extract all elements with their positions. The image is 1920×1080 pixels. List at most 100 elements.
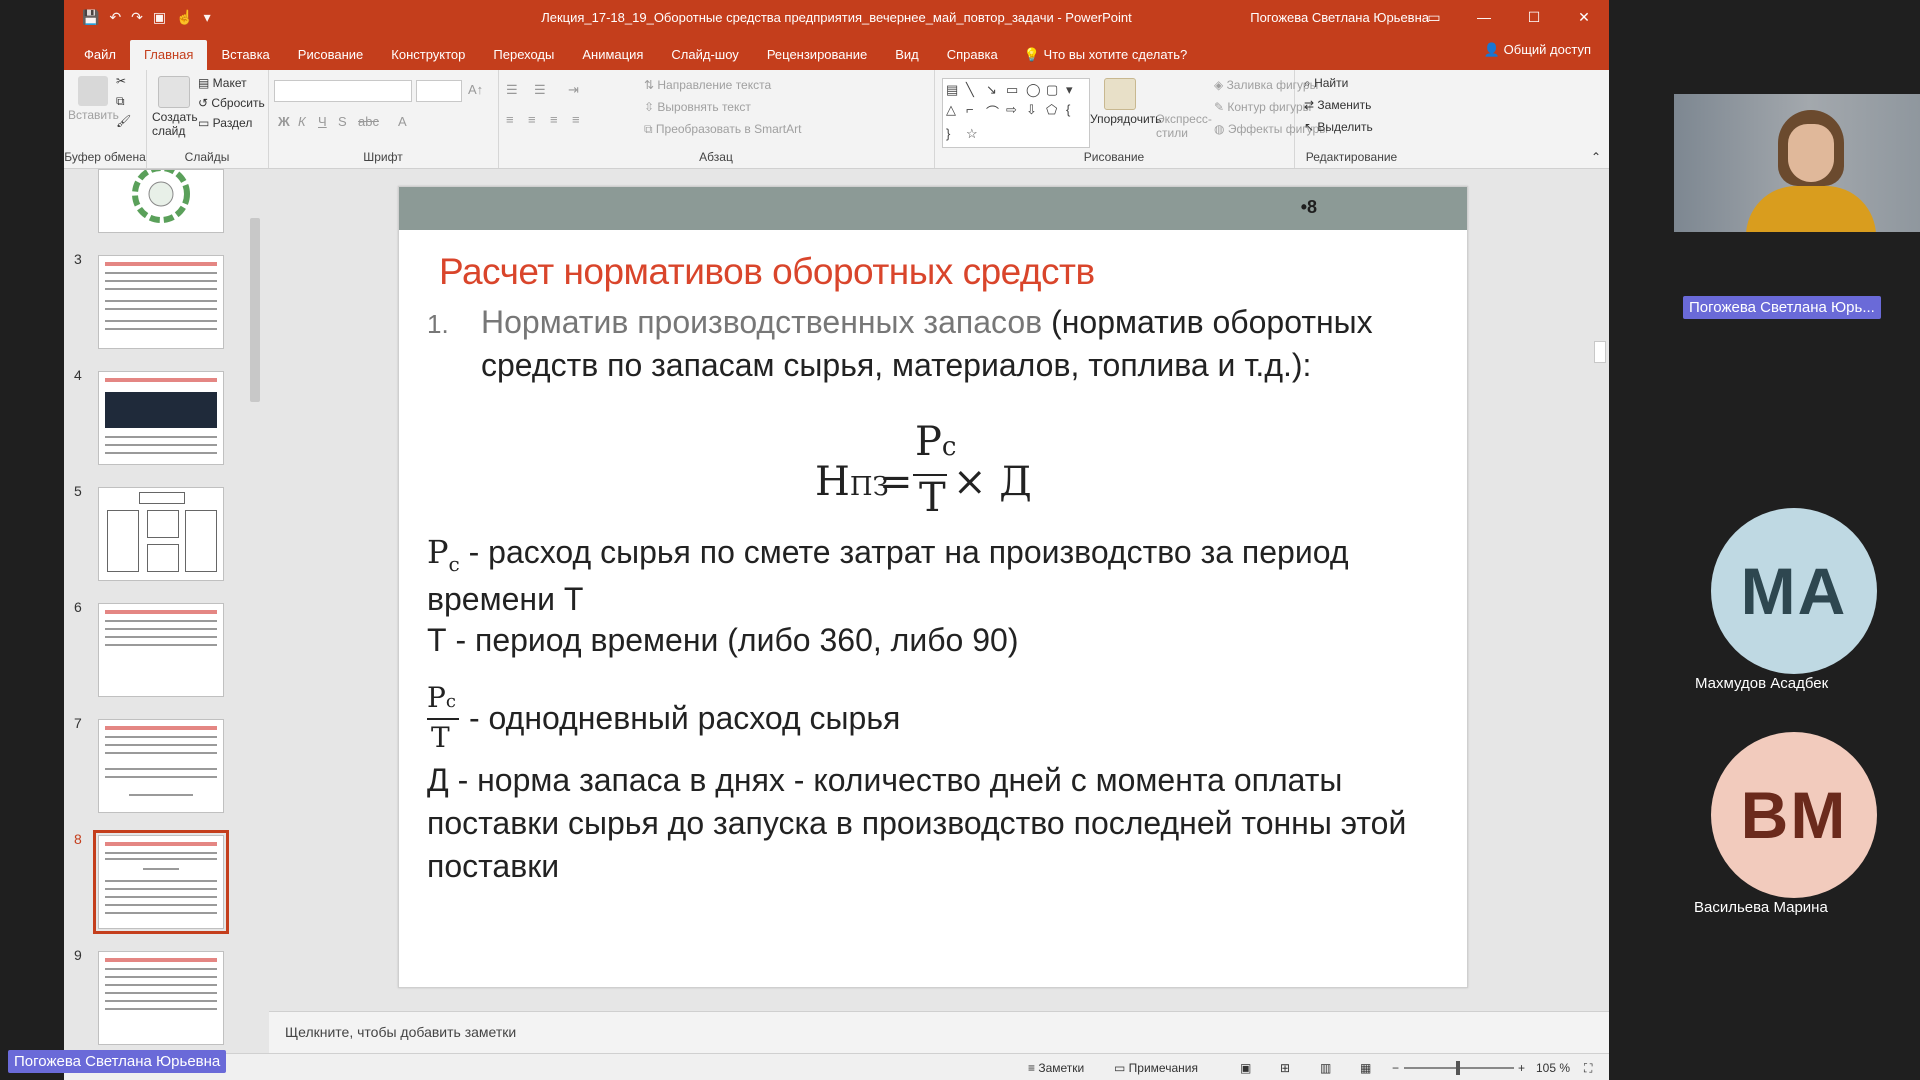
more-shapes-icon[interactable]: ▾ — [1066, 82, 1084, 100]
down-arrow-shape-icon[interactable]: ⇩ — [1026, 102, 1044, 123]
definition-d[interactable]: Д - норма запаса в днях - количество дне… — [427, 759, 1427, 888]
textbox-shape-icon[interactable]: ▤ — [946, 82, 964, 100]
align-right-icon[interactable]: ≡ — [550, 112, 558, 127]
notes-pane[interactable]: Щелкните, чтобы добавить заметки — [269, 1011, 1609, 1054]
account-name[interactable]: Погожева Светлана Юрьевна — [1250, 10, 1429, 25]
zoom-in-icon[interactable]: + — [1518, 1061, 1525, 1075]
undo-icon[interactable]: ↶ — [109, 9, 121, 26]
reset-button[interactable]: ↺ Сбросить — [198, 96, 265, 110]
participant-avatar[interactable]: МА — [1711, 508, 1877, 674]
definition-pc[interactable]: Рс - расход сырья по смете затрат на про… — [427, 531, 1427, 621]
slide-thumbnail[interactable] — [98, 169, 224, 233]
tab-animations[interactable]: Анимация — [568, 40, 657, 70]
slide-thumbnail[interactable] — [98, 255, 224, 349]
collapse-ribbon-icon[interactable]: ⌃ — [1591, 150, 1601, 164]
thumbnails-scroll-thumb[interactable] — [250, 218, 260, 402]
slide-sorter-icon[interactable]: ⊞ — [1280, 1061, 1290, 1075]
slideshow-icon[interactable]: ▣ — [153, 9, 166, 26]
participant-avatar[interactable]: ВМ — [1711, 732, 1877, 898]
bullets-icon[interactable]: ☰ — [506, 82, 518, 98]
brace-shape-icon[interactable]: { — [1066, 102, 1084, 123]
elbow-connector-shape-icon[interactable]: ⌐ — [966, 102, 984, 123]
slide-thumbnail[interactable] — [98, 603, 224, 697]
slide-scroll-thumb[interactable] — [1594, 341, 1606, 363]
rectangle-shape-icon[interactable]: ▭ — [1006, 82, 1024, 100]
slideshow-view-icon[interactable]: ▦ — [1360, 1061, 1371, 1075]
shapes-gallery[interactable]: ▤ ╲ ↘ ▭ ◯ ▢ ▾ △ ⌐ ⌒ ⇨ ⇩ ⬠ { } ☆ — [942, 78, 1090, 148]
tab-transitions[interactable]: Переходы — [479, 40, 568, 70]
slide-scrollbar[interactable] — [1591, 171, 1607, 1007]
indent-icon[interactable]: ⇥ — [568, 82, 579, 98]
strikethrough-icon[interactable]: abc — [358, 114, 379, 129]
save-icon[interactable]: 💾 — [82, 9, 99, 26]
maximize-icon[interactable]: ☐ — [1509, 0, 1559, 34]
share-button[interactable]: 👤 Общий доступ — [1484, 42, 1591, 58]
italic-icon[interactable]: К — [298, 114, 306, 129]
text-direction-button[interactable]: ⇅ Направление текста — [644, 78, 771, 92]
find-button[interactable]: ⌕ Найти — [1304, 76, 1348, 91]
select-button[interactable]: ↖ Выделить — [1304, 120, 1373, 134]
numbering-icon[interactable]: ☰ — [534, 82, 546, 98]
shadow-icon[interactable]: S — [338, 114, 347, 129]
bracket-shape-icon[interactable]: } — [946, 126, 964, 144]
tab-view[interactable]: Вид — [881, 40, 933, 70]
slide-thumbnail[interactable] — [98, 371, 224, 465]
presenter-video[interactable] — [1674, 94, 1920, 232]
arrange-icon[interactable] — [1104, 78, 1136, 110]
slide-thumbnail[interactable] — [98, 951, 224, 1045]
replace-button[interactable]: ⇄ Заменить — [1304, 98, 1371, 112]
touch-mode-icon[interactable]: ☝ — [176, 9, 193, 26]
layout-button[interactable]: ▤ Макет — [198, 76, 247, 90]
slide-thumbnail-selected[interactable] — [93, 830, 229, 934]
zoom-level[interactable]: 105 % — [1536, 1061, 1570, 1075]
fit-slide-icon[interactable]: ⛶ — [1584, 1061, 1592, 1076]
redo-icon[interactable]: ↷ — [131, 9, 143, 26]
rounded-rect-shape-icon[interactable]: ▢ — [1046, 82, 1064, 100]
align-center-icon[interactable]: ≡ — [528, 112, 536, 127]
paste-button[interactable]: Вставить — [68, 108, 119, 122]
arrow-line-shape-icon[interactable]: ↘ — [986, 82, 1004, 100]
customize-qat-icon[interactable]: ▾ — [204, 9, 211, 26]
slide-thumbnail[interactable] — [98, 719, 224, 813]
right-arrow-shape-icon[interactable]: ⇨ — [1006, 102, 1024, 123]
cut-icon[interactable]: ✂ — [116, 74, 126, 88]
tab-design[interactable]: Конструктор — [377, 40, 479, 70]
smartart-button[interactable]: ⧉ Преобразовать в SmartArt — [644, 122, 801, 137]
align-text-button[interactable]: ⇳ Выровнять текст — [644, 100, 751, 114]
definition-daily[interactable]: - однодневный расход сырья — [469, 697, 1369, 740]
tab-file[interactable]: Файл — [70, 40, 130, 70]
ribbon-display-icon[interactable]: ▭ — [1409, 0, 1459, 34]
underline-icon[interactable]: Ч — [318, 114, 327, 129]
bold-icon[interactable]: Ж — [278, 114, 290, 129]
zoom-out-icon[interactable]: − — [1392, 1061, 1399, 1075]
format-painter-icon[interactable]: 🖌 — [116, 114, 131, 128]
oval-shape-icon[interactable]: ◯ — [1026, 82, 1044, 100]
notes-toggle-button[interactable]: ≡ Заметки — [1028, 1061, 1084, 1075]
definition-t[interactable]: Т - период времени (либо 360, либо 90) — [427, 619, 1427, 662]
minimize-icon[interactable]: — — [1459, 0, 1509, 34]
section-button[interactable]: ▭ Раздел — [198, 116, 252, 130]
font-size-input[interactable] — [416, 80, 462, 102]
comments-button[interactable]: ▭ Примечания — [1114, 1061, 1198, 1075]
tab-draw[interactable]: Рисование — [284, 40, 377, 70]
pentagon-shape-icon[interactable]: ⬠ — [1046, 102, 1064, 123]
copy-icon[interactable]: ⧉ — [116, 94, 125, 109]
slide-thumbnail[interactable] — [98, 487, 224, 581]
justify-icon[interactable]: ≡ — [572, 112, 580, 127]
paste-icon[interactable] — [78, 76, 108, 106]
tab-review[interactable]: Рецензирование — [753, 40, 881, 70]
normal-view-icon[interactable]: ▣ — [1240, 1061, 1251, 1075]
tab-home[interactable]: Главная — [129, 40, 208, 70]
align-left-icon[interactable]: ≡ — [506, 112, 514, 127]
slide-canvas[interactable]: •8 Расчет нормативов оборотных средств 1… — [398, 186, 1468, 988]
tab-slideshow[interactable]: Слайд-шоу — [657, 40, 752, 70]
tab-help[interactable]: Справка — [933, 40, 1012, 70]
curve-shape-icon[interactable]: ⌒ — [986, 102, 1004, 123]
arrange-button[interactable]: Упорядочить — [1090, 112, 1161, 126]
paragraph-norm-definition[interactable]: Норматив производственных запасов (норма… — [481, 301, 1381, 387]
star-shape-icon[interactable]: ☆ — [966, 126, 984, 144]
close-icon[interactable]: ✕ — [1559, 0, 1609, 34]
new-slide-button[interactable]: Создать слайд — [152, 110, 200, 138]
line-shape-icon[interactable]: ╲ — [966, 82, 984, 100]
triangle-shape-icon[interactable]: △ — [946, 102, 964, 123]
